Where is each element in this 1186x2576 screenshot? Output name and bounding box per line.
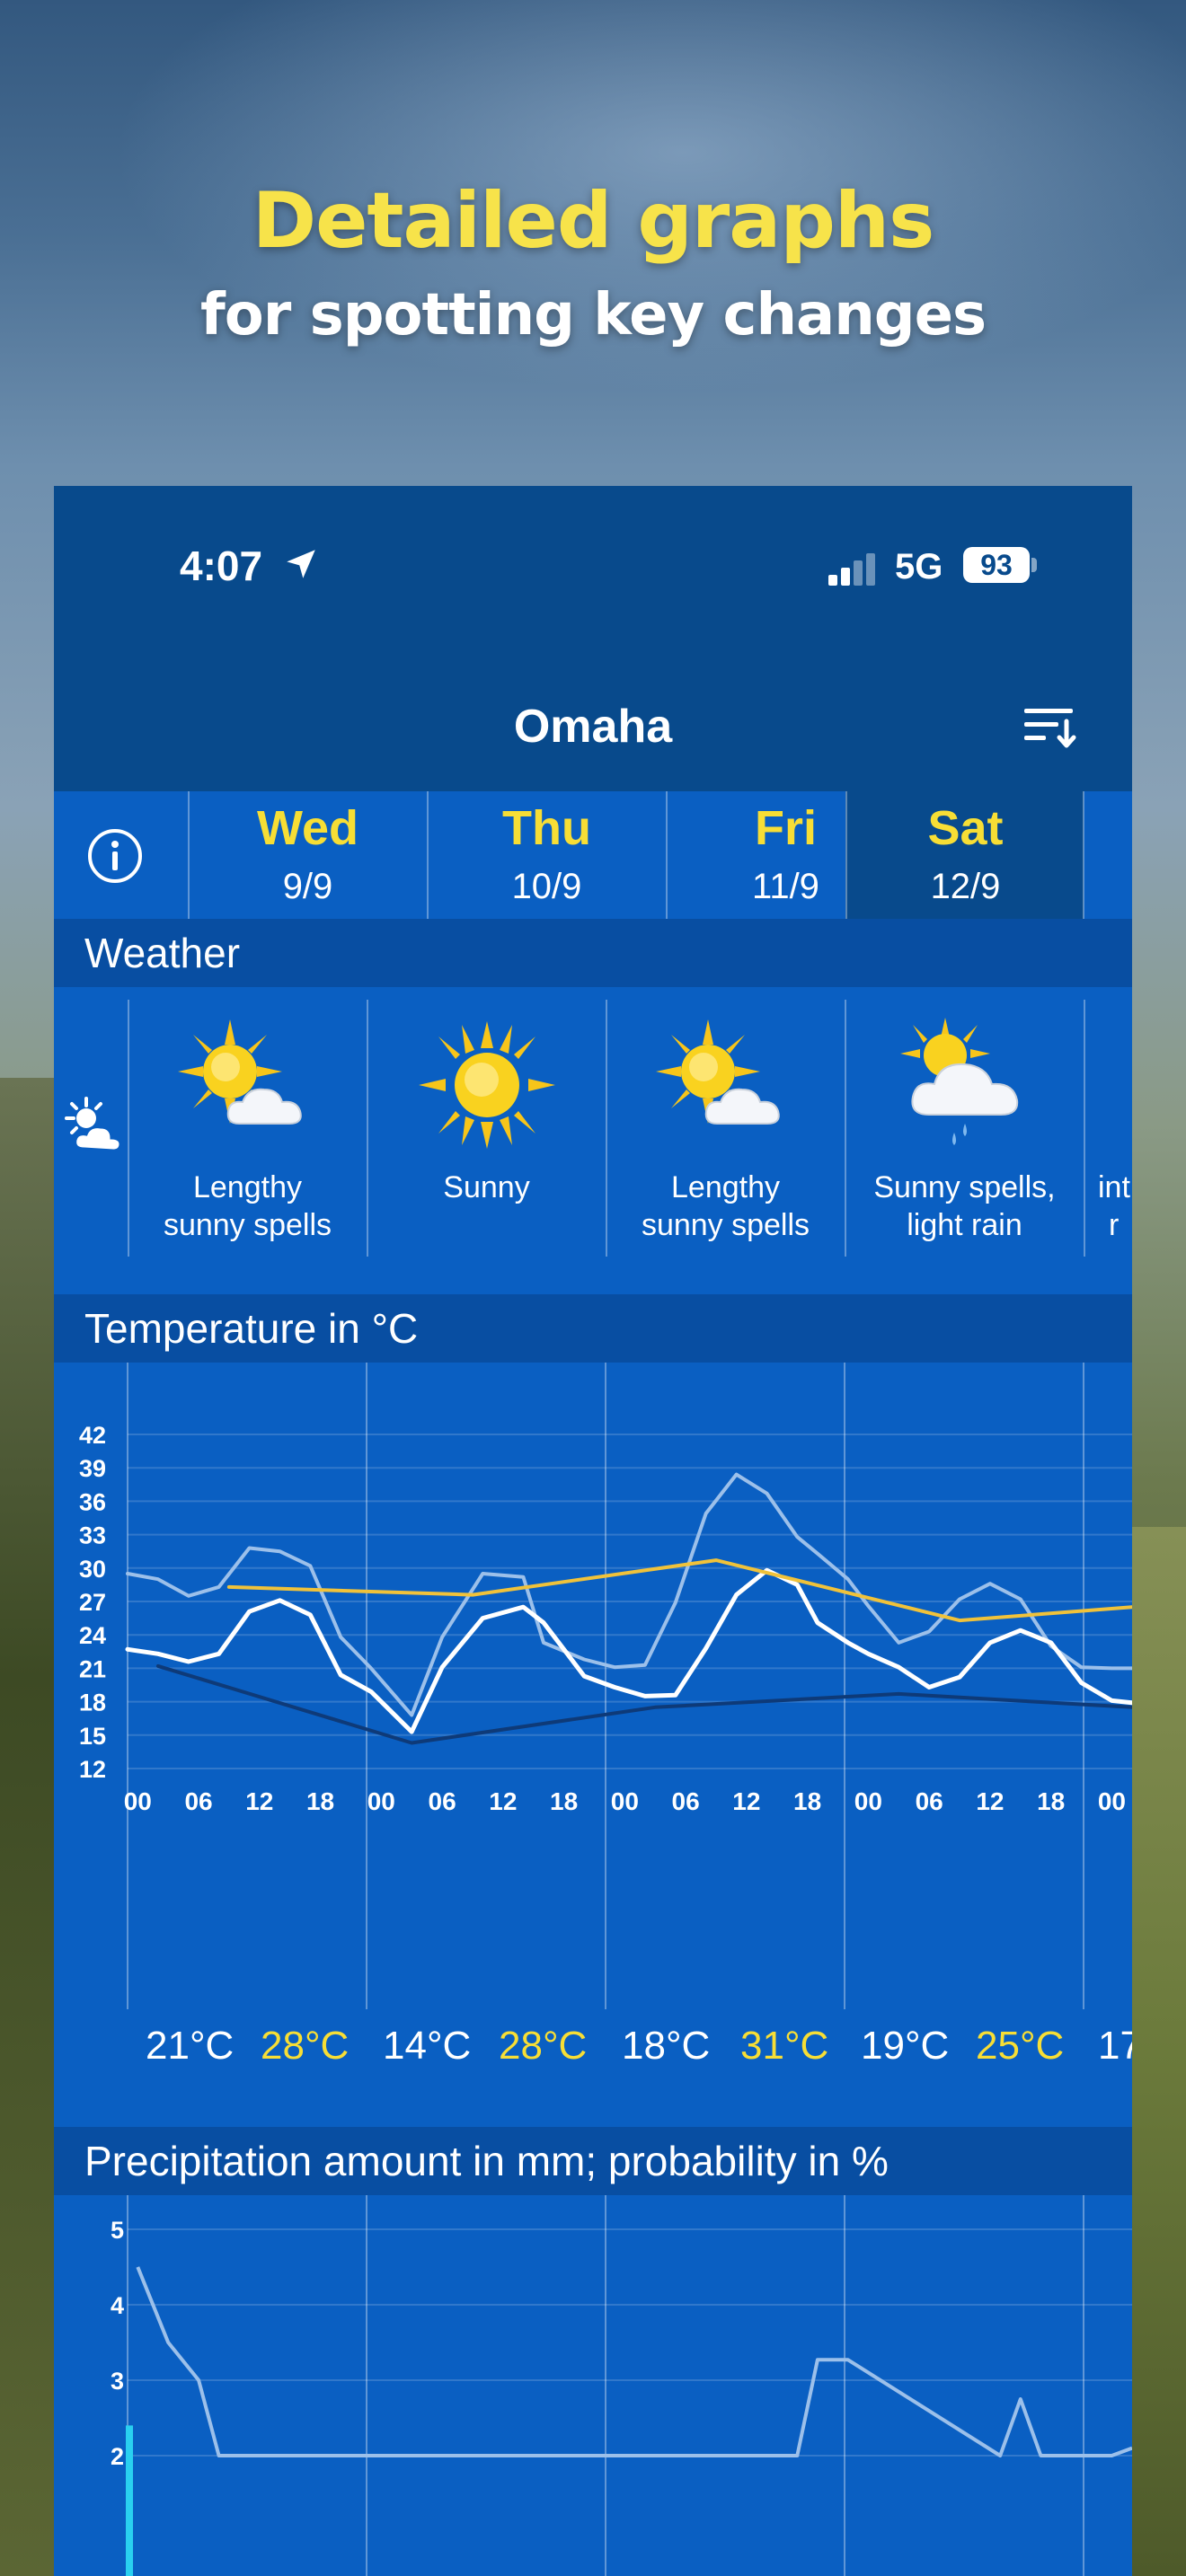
weather-desc: Lengthy sunny spells bbox=[163, 1170, 332, 1242]
x-tick-label: 12 bbox=[732, 1787, 760, 1815]
day-date: 12/9 bbox=[930, 867, 1001, 906]
min-temp: 19°C bbox=[861, 2024, 950, 2068]
max-temp: 28°C bbox=[499, 2024, 588, 2068]
y-tick-label: 18 bbox=[79, 1689, 106, 1716]
day-name: Sat bbox=[927, 801, 1004, 855]
temperature-section-title: Temperature in °C bbox=[54, 1294, 1132, 1363]
x-tick-label: 06 bbox=[916, 1787, 943, 1815]
x-tick-label: 00 bbox=[611, 1787, 639, 1815]
y-tick-label: 3 bbox=[111, 2368, 124, 2395]
sun-rain-cloud-icon bbox=[900, 1018, 1019, 1145]
max-temp: 28°C bbox=[261, 2024, 350, 2068]
precipitation-chart: 5 4 3 2 bbox=[111, 2195, 1132, 2576]
y-tick-label: 5 bbox=[111, 2217, 124, 2244]
sun-cloud-icon bbox=[178, 1019, 302, 1125]
status-time: 4:07 bbox=[180, 543, 263, 589]
battery-icon: 93 bbox=[963, 547, 1030, 583]
day-date: 10/9 bbox=[511, 867, 582, 906]
y-tick-label: 21 bbox=[79, 1655, 106, 1682]
promo-headline: Detailed graphs bbox=[252, 176, 935, 266]
series-line-3 bbox=[155, 1663, 1132, 1745]
x-tick-label: 18 bbox=[306, 1787, 334, 1815]
day-tab-wed[interactable]: Wed 9/9 bbox=[188, 791, 426, 919]
cellular-signal-icon bbox=[828, 553, 875, 586]
x-tick-label: 00 bbox=[124, 1787, 152, 1815]
y-tick-label: 4 bbox=[111, 2292, 124, 2319]
series-line-1 bbox=[125, 1567, 1132, 1734]
precip-amount-bar bbox=[126, 2425, 133, 2576]
y-tick-label: 33 bbox=[79, 1522, 106, 1549]
min-temp: 17 bbox=[1098, 2024, 1132, 2068]
y-tick-label: 36 bbox=[79, 1488, 106, 1515]
app-header: 4:07 5G 93 Omaha bbox=[54, 486, 1132, 791]
day-tab-next[interactable] bbox=[1083, 791, 1132, 919]
weather-day-fri[interactable]: Lengthy sunny spells bbox=[606, 1000, 844, 1257]
x-tick-label: 18 bbox=[550, 1787, 578, 1815]
battery-nub bbox=[1031, 558, 1037, 572]
x-tick-label: 12 bbox=[489, 1787, 517, 1815]
y-tick-label: 39 bbox=[79, 1455, 106, 1482]
day-date: 9/9 bbox=[282, 867, 333, 906]
weather-section-title: Weather bbox=[54, 919, 1132, 987]
sort-icon[interactable] bbox=[1022, 705, 1078, 750]
weather-day-next[interactable]: int r bbox=[1084, 1000, 1132, 1257]
sun-cloud-icon bbox=[656, 1019, 780, 1125]
y-tick-label: 30 bbox=[79, 1556, 106, 1583]
x-tick-label: 18 bbox=[793, 1787, 821, 1815]
probability-line bbox=[136, 2266, 1132, 2457]
promo-subheadline: for spotting key changes bbox=[199, 282, 987, 348]
x-tick-label: 06 bbox=[429, 1787, 456, 1815]
sun-icon bbox=[419, 1021, 555, 1149]
temperature-chart: 42 39 36 33 30 27 24 21 18 15 12 00 06 12 18 00 06 12 18 00… bbox=[79, 1363, 1132, 2009]
weather-desc: Sunny spells, light rain bbox=[873, 1170, 1056, 1242]
network-type: 5G bbox=[895, 547, 943, 587]
y-tick-label: 12 bbox=[79, 1756, 106, 1783]
weather-desc: int r bbox=[1098, 1170, 1130, 1242]
max-temp: 31°C bbox=[740, 2024, 829, 2068]
weather-day-sat[interactable]: Sunny spells, light rain bbox=[845, 1000, 1083, 1257]
app-screen: 4:07 5G 93 Omaha Wed 9/9 Thu 10/9 Fri 11… bbox=[54, 486, 1132, 2576]
x-tick-label: 12 bbox=[976, 1787, 1004, 1815]
weather-desc: Lengthy sunny spells bbox=[641, 1170, 810, 1242]
weather-day-thu[interactable]: Sunny bbox=[367, 1000, 605, 1257]
weather-strip: Lengthy sunny spells Sunny Lengthy sunny… bbox=[54, 987, 1132, 1257]
x-tick-label: 00 bbox=[1098, 1787, 1126, 1815]
day-selector: Wed 9/9 Thu 10/9 Fri 11/9 Sat 12/9 bbox=[54, 791, 1132, 919]
y-tick-label: 27 bbox=[79, 1589, 106, 1616]
y-tick-label: 2 bbox=[111, 2443, 124, 2470]
x-tick-label: 12 bbox=[245, 1787, 273, 1815]
x-tick-label: 18 bbox=[1037, 1787, 1065, 1815]
precipitation-section-title: Precipitation amount in mm; probability … bbox=[54, 2127, 1132, 2195]
day-name: Wed bbox=[256, 801, 358, 855]
min-temp: 18°C bbox=[622, 2024, 711, 2068]
x-tick-label: 00 bbox=[367, 1787, 395, 1815]
weather-day-wed[interactable]: Lengthy sunny spells bbox=[128, 1000, 366, 1257]
city-title: Omaha bbox=[513, 701, 673, 753]
x-tick-label: 06 bbox=[184, 1787, 212, 1815]
day-tab-sat[interactable]: Sat 12/9 bbox=[845, 791, 1084, 919]
info-icon[interactable] bbox=[86, 827, 144, 885]
y-tick-label: 42 bbox=[79, 1422, 106, 1449]
day-name: Thu bbox=[502, 801, 591, 855]
sun-cloud-legend-icon bbox=[65, 1097, 122, 1152]
weather-desc: Sunny bbox=[443, 1170, 530, 1204]
min-temp: 14°C bbox=[383, 2024, 472, 2068]
day-tab-thu[interactable]: Thu 10/9 bbox=[427, 791, 665, 919]
x-tick-label: 00 bbox=[854, 1787, 882, 1815]
series-line-0 bbox=[126, 1472, 1132, 1717]
location-arrow-icon bbox=[287, 550, 315, 578]
y-tick-label: 24 bbox=[79, 1622, 106, 1649]
y-tick-label: 15 bbox=[79, 1723, 106, 1750]
max-temp: 25°C bbox=[976, 2024, 1065, 2068]
min-temp: 21°C bbox=[146, 2024, 235, 2068]
x-tick-label: 06 bbox=[672, 1787, 700, 1815]
